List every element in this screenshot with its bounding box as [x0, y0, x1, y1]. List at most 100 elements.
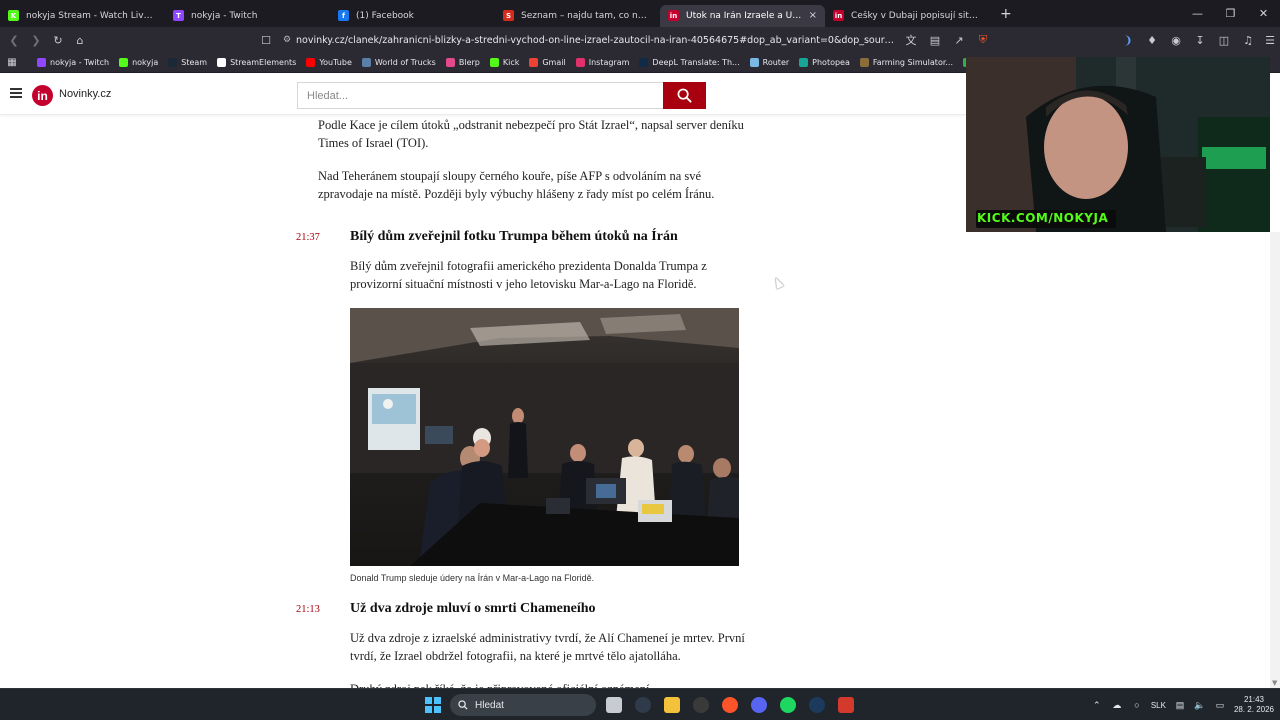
- language-indicator[interactable]: SLK: [1151, 701, 1166, 710]
- bookmark-label: DeepL Translate: Th...: [652, 58, 740, 67]
- situation-room-photo: [350, 308, 739, 566]
- bookmark-item[interactable]: nokyja - Twitch: [32, 58, 114, 67]
- browser-tab[interactable]: f (1) Facebook: [330, 5, 495, 27]
- home-icon[interactable]: ⌂: [70, 30, 90, 50]
- tab-favicon-icon: K: [8, 10, 19, 21]
- bookmark-label: Blerp: [458, 58, 480, 67]
- trash-icon[interactable]: ◫: [1214, 30, 1234, 50]
- site-info-icon[interactable]: ⚙: [278, 35, 296, 45]
- battery-icon[interactable]: ▭: [1214, 700, 1226, 711]
- bookmark-favicon-icon: [639, 58, 649, 67]
- article-photo[interactable]: [350, 308, 739, 566]
- site-search-input[interactable]: [297, 82, 663, 109]
- taskbar: ⌃ ☁ ○ SLK ▤ 🔈 ▭ 21:43 28. 2. 2026: [0, 688, 1280, 720]
- tab-title: Seznam – najdu tam, co neznám: [521, 10, 652, 21]
- browser-tab[interactable]: Knokyja Stream - Watch Live on Kick: [0, 5, 165, 27]
- tab-favicon-icon: f: [338, 10, 349, 21]
- brave-icon[interactable]: [720, 693, 740, 717]
- steam-icon[interactable]: [807, 693, 827, 717]
- mic-icon[interactable]: ○: [1131, 700, 1143, 710]
- tab-favicon-icon: in: [833, 10, 844, 21]
- bookmark-item[interactable]: DeepL Translate: Th...: [634, 58, 744, 67]
- entry-body-cut: Druhý zdroj pak říká, že je připravované…: [350, 680, 745, 688]
- article-paragraph: Nad Teheránem stoupají sloupy černého ko…: [318, 169, 715, 201]
- site-name[interactable]: Novinky.cz: [59, 88, 111, 100]
- network-icon[interactable]: ▤: [1174, 700, 1186, 711]
- tab-title: Útok na Írán Izraele a USA: Válka: [686, 10, 802, 21]
- site-logo[interactable]: in: [32, 85, 53, 106]
- restore-icon[interactable]: ❐: [1214, 0, 1247, 27]
- file-explorer-icon[interactable]: [662, 693, 682, 717]
- volume-icon[interactable]: 🔈: [1194, 700, 1206, 711]
- bookmark-item[interactable]: Kick: [485, 58, 525, 67]
- brave-shield-icon[interactable]: ⛨: [973, 30, 993, 50]
- browser-tab[interactable]: in Češky v Dubaji popisují situaci po úto: [825, 5, 990, 27]
- site-search-button[interactable]: [663, 82, 706, 109]
- tray-overflow-icon[interactable]: ⌃: [1091, 700, 1103, 711]
- browser-tab[interactable]: in Útok na Írán Izraele a USA: Válka ×: [660, 4, 825, 27]
- browser-tab[interactable]: Tnokyja - Twitch: [165, 5, 330, 27]
- media-icon[interactable]: ♫: [1238, 30, 1258, 50]
- bookmark-favicon-icon: [37, 58, 46, 67]
- translate-icon[interactable]: 文: [901, 30, 921, 50]
- menu-icon[interactable]: ☰: [1260, 30, 1280, 50]
- bookmark-label: Kick: [502, 58, 520, 67]
- bookmark-item[interactable]: nokyja: [114, 58, 163, 67]
- article-live-feed: Podle Kace je cílem útoků „odstranit neb…: [0, 115, 966, 688]
- entry-heading: Bílý dům zveřejnil fotku Trumpa během út…: [350, 229, 678, 244]
- bookmark-list: nokyja - Twitch nokyja Steam StreamElements…: [32, 58, 991, 67]
- bookmark-item[interactable]: World of Trucks: [357, 58, 441, 67]
- bookmark-item[interactable]: Blerp: [441, 58, 485, 67]
- reader-icon[interactable]: ▤: [925, 30, 945, 50]
- audio-icon[interactable]: ❩: [1118, 30, 1138, 50]
- bookmark-item[interactable]: Router: [745, 58, 795, 67]
- bookmark-item[interactable]: Photopea: [794, 58, 855, 67]
- bookmark-item[interactable]: Gmail: [524, 58, 570, 67]
- minimize-icon[interactable]: —: [1181, 0, 1214, 27]
- taskbar-search[interactable]: [450, 694, 596, 716]
- app-red-icon[interactable]: [836, 693, 856, 717]
- back-icon[interactable]: ❮: [4, 30, 24, 50]
- bookmark-favicon-icon: [361, 58, 371, 67]
- hamburger-menu-icon[interactable]: [10, 88, 22, 98]
- tab-favicon-icon: S: [503, 10, 514, 21]
- url-text[interactable]: novinky.cz/clanek/zahranicni-blizky-a-st…: [296, 35, 896, 46]
- bookmark-favicon-icon: [306, 58, 316, 67]
- tab-close-icon[interactable]: ×: [809, 10, 817, 21]
- clock-time: 21:43: [1243, 695, 1264, 704]
- apps-grid-icon[interactable]: ▦: [4, 55, 20, 71]
- bookmark-item[interactable]: Farming Simulator...: [855, 58, 958, 67]
- bookmark-item[interactable]: Instagram: [571, 58, 635, 67]
- bookmark-favicon-icon: [575, 58, 585, 67]
- discord-icon[interactable]: [749, 693, 769, 717]
- bookmark-label: YouTube: [319, 58, 352, 67]
- download-icon[interactable]: ↧: [1190, 30, 1210, 50]
- extensions-icon[interactable]: ♦: [1142, 30, 1162, 50]
- new-tab-button[interactable]: +: [1000, 6, 1012, 22]
- task-view-icon[interactable]: [604, 693, 624, 717]
- bookmark-icon[interactable]: ☐: [256, 30, 276, 50]
- reload-icon[interactable]: ↻: [48, 30, 68, 50]
- browser-tab[interactable]: S Seznam – najdu tam, co neznám: [495, 5, 660, 27]
- app-circle-icon[interactable]: [633, 693, 653, 717]
- bookmark-item[interactable]: StreamElements: [212, 58, 301, 67]
- entry-heading: Už dva zdroje mluví o smrti Chameneího: [350, 601, 596, 616]
- share-icon[interactable]: ↗: [949, 30, 969, 50]
- close-window-icon[interactable]: ✕: [1247, 0, 1280, 27]
- scroll-down-icon[interactable]: ▼: [1272, 679, 1277, 687]
- spotify-icon[interactable]: [778, 693, 798, 717]
- address-bar[interactable]: ⚙ novinky.cz/clanek/zahranicni-blizky-a-…: [278, 30, 998, 50]
- photo-caption: Donald Trump sleduje údery na Írán v Mar…: [350, 573, 595, 583]
- bookmark-item[interactable]: Steam: [163, 58, 212, 67]
- bookmark-label: Router: [762, 58, 790, 67]
- page-scrollbar[interactable]: ▼: [1270, 232, 1280, 688]
- password-icon[interactable]: ◉: [1166, 30, 1186, 50]
- bookmark-item[interactable]: YouTube: [301, 58, 357, 67]
- onedrive-icon[interactable]: ☁: [1111, 700, 1123, 711]
- tab-title: (1) Facebook: [356, 10, 414, 21]
- forward-icon[interactable]: ❯: [26, 30, 46, 50]
- obs-icon[interactable]: [691, 693, 711, 717]
- taskbar-search-input[interactable]: [475, 699, 585, 711]
- start-button[interactable]: [425, 697, 441, 713]
- taskbar-clock[interactable]: 21:43 28. 2. 2026: [1234, 695, 1274, 715]
